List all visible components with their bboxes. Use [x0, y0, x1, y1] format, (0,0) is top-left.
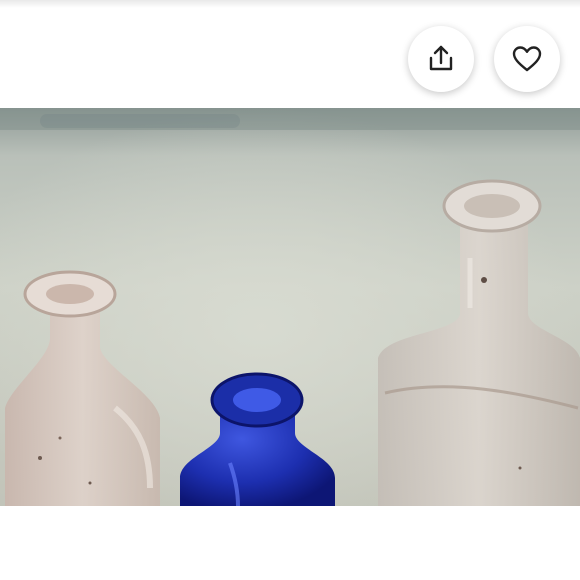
product-photo	[0, 108, 580, 506]
share-icon	[429, 45, 453, 71]
heart-icon	[512, 46, 542, 72]
favorite-button[interactable]	[494, 26, 560, 92]
share-button[interactable]	[408, 26, 474, 92]
bottles-image	[0, 108, 580, 506]
top-edge-shadow	[0, 0, 580, 8]
screen	[0, 0, 580, 580]
